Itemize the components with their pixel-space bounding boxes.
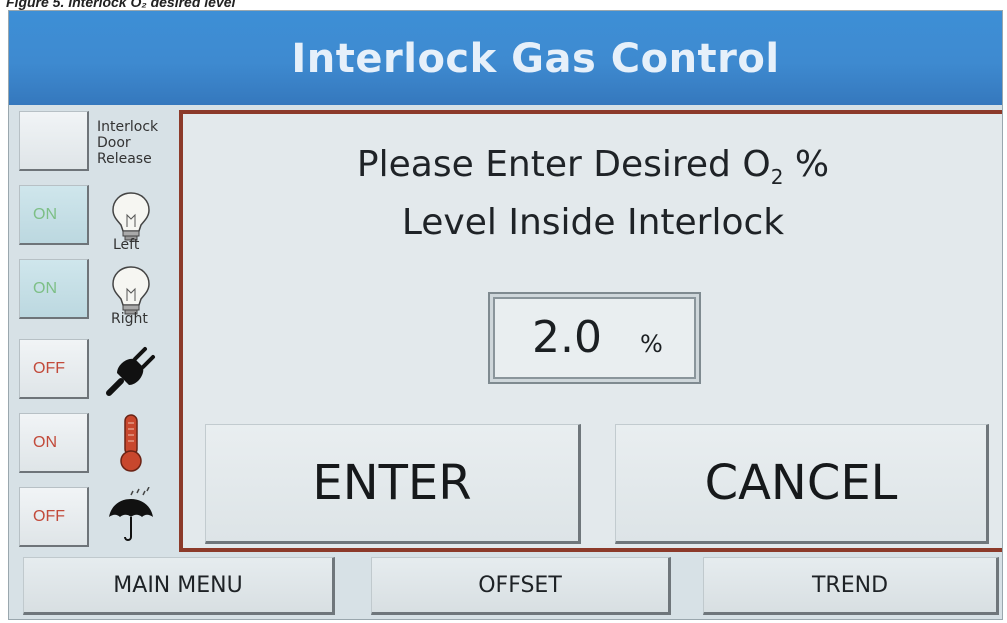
cancel-button[interactable]: CANCEL: [615, 424, 989, 544]
offset-button[interactable]: OFFSET: [371, 557, 671, 615]
right-light-toggle[interactable]: ON: [19, 259, 89, 319]
trend-button[interactable]: TREND: [703, 557, 999, 615]
o2-level-dialog: Please Enter Desired O2 % Level Inside I…: [179, 110, 1002, 552]
power-toggle[interactable]: OFF: [19, 339, 89, 399]
dialog-prompt-line2: Level Inside Interlock: [401, 202, 785, 243]
o2-unit: %: [640, 330, 663, 358]
left-light-label: Left: [113, 237, 140, 253]
door-release-label: Interlock Door Release: [97, 119, 158, 167]
hmi-screen: Interlock Gas Control Interlock Door Rel…: [8, 10, 1003, 620]
door-release-label-line3: Release: [97, 151, 152, 167]
dialog-prompt-line1: Please Enter Desired O2 %: [183, 144, 1002, 190]
right-light-label: Right: [111, 311, 148, 327]
header-bar: Interlock Gas Control: [9, 11, 1002, 105]
o2-value-input[interactable]: 2.0 %: [488, 292, 701, 384]
prompt-text: Please Enter Desired O: [356, 144, 771, 185]
page-title: Interlock Gas Control: [291, 36, 780, 82]
figure-caption: Figure 5. Interlock O₂ desired level: [6, 0, 236, 10]
main-menu-button[interactable]: MAIN MENU: [23, 557, 335, 615]
dialog-body: Please Enter Desired O2 % Level Inside I…: [183, 114, 1002, 548]
thermometer-icon: [101, 413, 161, 473]
door-release-label-line2: Door: [97, 135, 131, 151]
prompt-percent: %: [783, 144, 830, 185]
enter-button[interactable]: ENTER: [205, 424, 581, 544]
o2-value: 2.0: [532, 312, 602, 363]
heater-toggle[interactable]: ON: [19, 413, 89, 473]
power-plug-icon: [101, 339, 161, 399]
prompt-subscript: 2: [770, 165, 784, 190]
door-release-button[interactable]: [19, 111, 89, 171]
left-light-toggle[interactable]: ON: [19, 185, 89, 245]
umbrella-rain-icon: [101, 486, 161, 547]
rain-toggle[interactable]: OFF: [19, 487, 89, 547]
door-release-label-line1: Interlock: [97, 119, 159, 135]
sidebar: Interlock Door Release ON Left ON Right …: [15, 111, 180, 551]
